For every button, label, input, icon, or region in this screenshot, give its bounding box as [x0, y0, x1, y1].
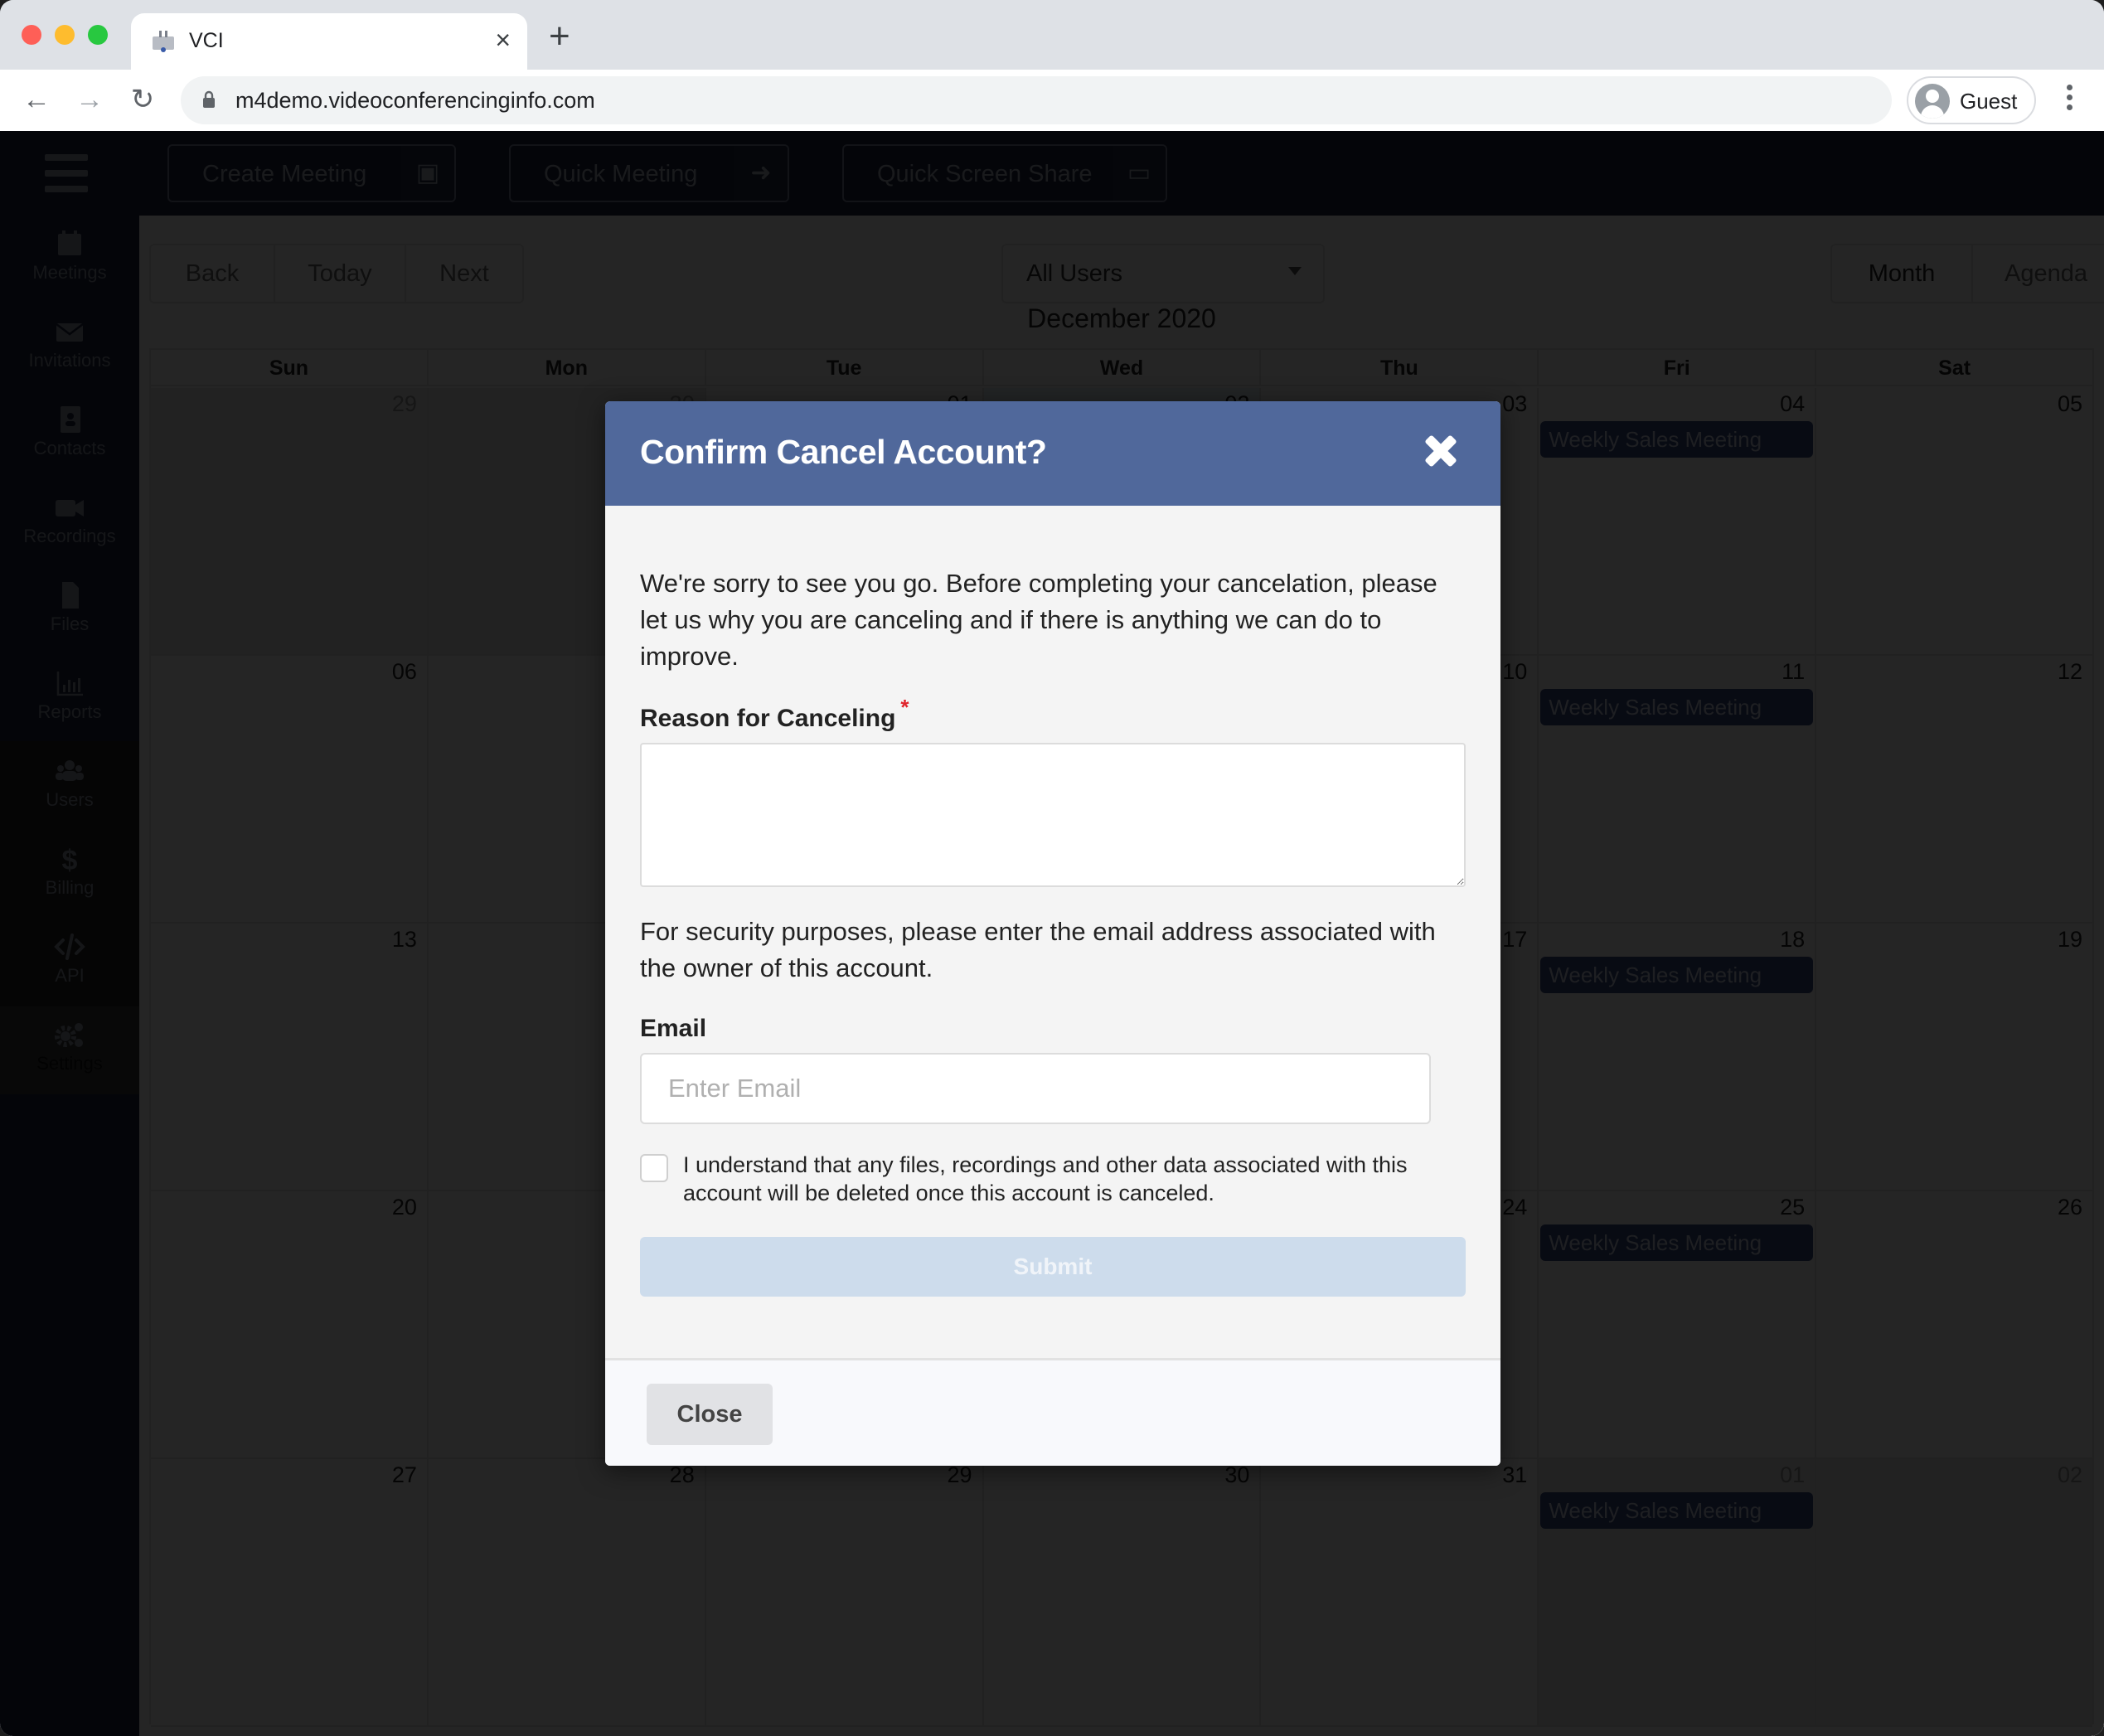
cancel-account-modal: Confirm Cancel Account? We're sorry to s…	[605, 401, 1500, 1466]
profile-button[interactable]: Guest	[1907, 76, 2036, 124]
avatar-icon	[1915, 84, 1950, 119]
browser-tab-active[interactable]: VCI ×	[131, 13, 527, 70]
browser-toolbar: ← → ↻ m4demo.videoconferencinginfo.com G…	[0, 70, 2104, 131]
window-maximize-button[interactable]	[88, 25, 108, 45]
modal-title: Confirm Cancel Account?	[640, 433, 1047, 471]
url-text: m4demo.videoconferencinginfo.com	[235, 88, 595, 113]
address-bar[interactable]: m4demo.videoconferencinginfo.com	[181, 76, 1892, 124]
intro-text: We're sorry to see you go. Before comple…	[640, 569, 1437, 671]
forward-arrow-icon[interactable]: →	[73, 83, 106, 116]
modal-footer: Close	[605, 1358, 1500, 1466]
reason-label: Reason for Canceling *	[640, 695, 909, 733]
reason-textarea[interactable]	[640, 743, 1466, 887]
acknowledge-checkbox[interactable]	[640, 1154, 668, 1182]
reason-label-text: Reason for Canceling	[640, 705, 896, 732]
new-tab-button[interactable]: +	[549, 18, 570, 55]
window-close-button[interactable]	[22, 25, 41, 45]
submit-button[interactable]: Submit	[640, 1237, 1466, 1297]
email-label: Email	[640, 1015, 707, 1042]
profile-name: Guest	[1960, 89, 2018, 114]
close-icon[interactable]	[1424, 434, 1457, 468]
close-button[interactable]: Close	[647, 1384, 773, 1445]
more-menu-icon[interactable]	[2064, 85, 2074, 118]
security-text: For security purposes, please enter the …	[640, 917, 1436, 982]
reload-icon[interactable]: ↻	[126, 83, 159, 116]
required-marker: *	[900, 695, 909, 720]
back-arrow-icon[interactable]: ←	[20, 83, 53, 116]
acknowledge-text: I understand that any files, recordings …	[683, 1152, 1408, 1205]
tab-close-icon[interactable]: ×	[495, 25, 511, 55]
vci-favicon-icon	[153, 31, 174, 52]
lock-icon	[203, 90, 215, 108]
modal-header: Confirm Cancel Account?	[605, 401, 1500, 506]
browser-window: VCI × + ← → ↻ m4demo.videoconferencingin…	[0, 0, 2104, 1736]
window-minimize-button[interactable]	[55, 25, 75, 45]
tab-strip: VCI × +	[0, 0, 2104, 70]
email-field[interactable]	[640, 1053, 1431, 1124]
tab-title: VCI	[189, 29, 224, 52]
